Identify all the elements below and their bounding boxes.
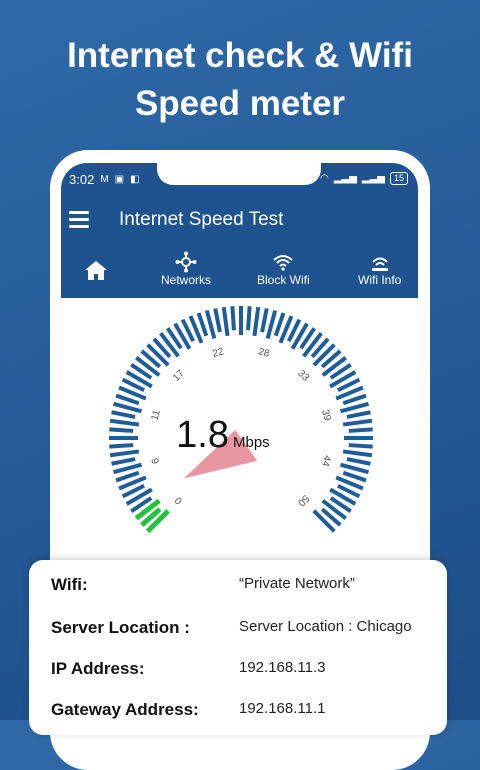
gauge-tick bbox=[339, 462, 370, 475]
promo-headline-line2: Speed meter bbox=[134, 84, 346, 123]
gauge-tick bbox=[346, 410, 371, 419]
tab-home[interactable] bbox=[83, 259, 109, 281]
network-info-card: Wifi: “Private Network” Server Location … bbox=[29, 560, 447, 735]
gauge-scale-label: 50 bbox=[295, 492, 311, 508]
gauge-scale-label: 11 bbox=[149, 408, 162, 421]
gateway-address-value: 192.168.11.1 bbox=[239, 700, 326, 717]
gauge-tick bbox=[346, 457, 371, 466]
gauge-tick bbox=[146, 343, 170, 367]
gauge-tick bbox=[109, 443, 134, 449]
app-icon: ▣ bbox=[114, 173, 125, 185]
gauge-tick bbox=[339, 401, 370, 414]
gauge-tick bbox=[342, 470, 367, 483]
tab-wifi-info[interactable]: Wifi Info bbox=[358, 251, 401, 287]
gauge-tick bbox=[115, 470, 140, 483]
gmail-icon: M bbox=[100, 173, 109, 185]
gauge-tick bbox=[109, 449, 140, 458]
gauge-tick bbox=[230, 306, 236, 331]
gauge-scale-label: 17 bbox=[171, 368, 187, 384]
gauge-tick bbox=[246, 306, 252, 331]
gauge-tick bbox=[260, 308, 269, 333]
ip-address-value: 192.168.11.3 bbox=[239, 659, 326, 676]
gauge-scale-label: 22 bbox=[211, 346, 225, 360]
network-icon bbox=[175, 251, 197, 273]
gauge-scale-label: 28 bbox=[257, 346, 271, 360]
gauge-tick bbox=[221, 306, 230, 337]
gauge-tick bbox=[109, 427, 134, 433]
app-icon: ◧ bbox=[130, 173, 140, 185]
wifi-info-icon bbox=[371, 257, 388, 271]
speed-unit: Mbps bbox=[233, 434, 270, 451]
status-bar: 3:02 M ▣ ◧ ◠ ▂▃▅ ▂▃▅ 15 bbox=[61, 163, 418, 195]
tab-networks-label: Networks bbox=[161, 273, 212, 287]
gauge-tick bbox=[115, 393, 140, 406]
battery-icon: 15 bbox=[389, 172, 408, 185]
signal-icon: ▂▃▅ bbox=[333, 172, 357, 184]
tab-wifi-info-label: Wifi Info bbox=[358, 273, 402, 287]
tab-block-wifi-label: Block Wifi bbox=[257, 273, 310, 287]
promo-headline-line1: Internet check & Wifi bbox=[67, 36, 413, 75]
wifi-value: “Private Network” bbox=[239, 575, 355, 592]
camera-notch bbox=[157, 163, 321, 185]
gauge-scale-label: 6 bbox=[150, 456, 162, 465]
gauge-tick bbox=[213, 308, 222, 333]
gauge-tick bbox=[312, 509, 336, 533]
gauge-tick bbox=[196, 312, 209, 337]
wifi-label: Wifi: bbox=[51, 575, 88, 594]
app-title: Internet Speed Test bbox=[119, 209, 284, 230]
gauge-tick bbox=[348, 427, 373, 433]
speed-gauge: 0 6 11 17 22 28 33 39 44 50 1.8 Mbps bbox=[109, 306, 373, 534]
wifi-icon bbox=[273, 255, 293, 271]
gauge-tick bbox=[204, 309, 217, 340]
gauge-tick bbox=[273, 312, 286, 337]
gauge-tick bbox=[111, 410, 136, 419]
ip-address-label: IP Address: bbox=[51, 659, 145, 678]
gauge-scale-label: 0 bbox=[173, 494, 185, 506]
gauge-tick bbox=[342, 418, 373, 427]
signal-icon: ▂▃▅ bbox=[361, 172, 385, 184]
gauge-tick bbox=[109, 418, 140, 427]
status-time: 3:02 bbox=[69, 172, 95, 187]
home-icon bbox=[85, 261, 107, 280]
gauge-scale-label: 33 bbox=[295, 368, 311, 384]
gauge-tick bbox=[348, 443, 373, 449]
gateway-address-label: Gateway Address: bbox=[51, 700, 199, 719]
tab-block-wifi[interactable]: Block Wifi bbox=[257, 251, 310, 287]
gauge-tick bbox=[312, 343, 336, 367]
tab-networks[interactable]: Networks bbox=[161, 251, 211, 287]
promo-headline: Internet check & Wifi Speed meter bbox=[0, 32, 480, 128]
gauge-tick bbox=[342, 393, 367, 406]
nav-bar: Networks Block Wifi Wifi Info bbox=[61, 245, 418, 298]
gauge-tick bbox=[252, 306, 261, 337]
menu-icon[interactable] bbox=[69, 211, 89, 229]
gauge-tick bbox=[342, 449, 373, 458]
gauge-scale-label: 44 bbox=[319, 454, 333, 468]
gauge-tick bbox=[111, 457, 136, 466]
gauge-tick bbox=[265, 309, 278, 340]
gauge-tick bbox=[112, 401, 143, 414]
server-location-label: Server Location : bbox=[51, 618, 190, 637]
server-location-value: Server Location : Chicago bbox=[239, 618, 412, 635]
speed-value: 1.8 bbox=[176, 414, 229, 456]
gauge-tick bbox=[112, 462, 143, 475]
wifi-icon: ◠ bbox=[320, 172, 329, 184]
app-bar: Internet Speed Test Networks Block Wifi … bbox=[61, 195, 418, 298]
gauge-scale-label: 39 bbox=[319, 408, 333, 422]
